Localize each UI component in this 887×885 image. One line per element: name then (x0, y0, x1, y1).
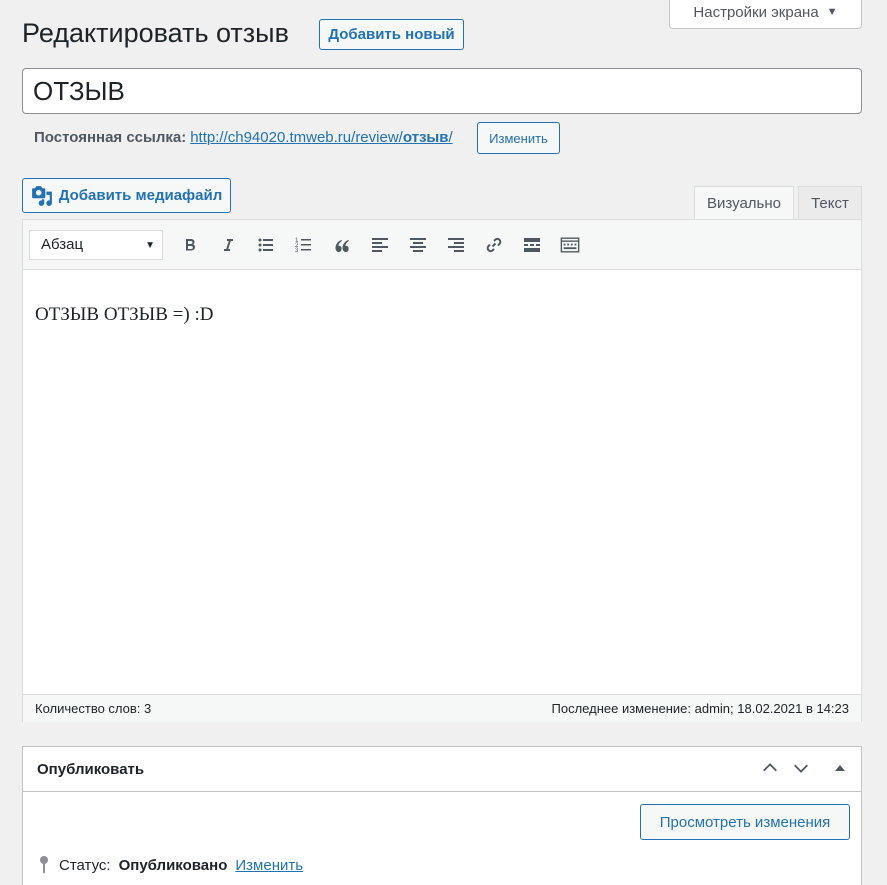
screen-options-button[interactable]: Настройки экрана ▼ (669, 0, 862, 29)
status-label: Статус: (59, 856, 111, 874)
blockquote-icon[interactable] (323, 230, 361, 260)
bold-icon[interactable] (171, 230, 209, 260)
italic-icon[interactable] (209, 230, 247, 260)
move-up-icon[interactable] (761, 759, 779, 781)
format-select[interactable]: Абзац ▼ (29, 229, 163, 260)
post-status: Статус: Опубликовано Изменить (37, 855, 303, 875)
publish-box: Опубликовать Просмотреть изменения Стату… (22, 746, 862, 885)
post-editor: Абзац ▼ 123 ОТЗЫВ ОТЗЫВ =) :D Количество… (22, 219, 862, 722)
word-count: Количество слов: 3 (35, 701, 152, 716)
tab-visual[interactable]: Визуально (694, 186, 794, 220)
permalink-link[interactable]: http://ch94020.tmweb.ru/review/отзыв/ (190, 129, 452, 146)
numbered-list-icon[interactable]: 123 (285, 230, 323, 260)
preview-changes-button[interactable]: Просмотреть изменения (640, 804, 850, 840)
pin-icon (40, 856, 48, 873)
add-media-button[interactable]: Добавить медиафайл (22, 178, 231, 213)
media-icon (31, 185, 52, 206)
bullet-list-icon[interactable] (247, 230, 285, 260)
link-icon[interactable] (475, 230, 513, 260)
editor-statusbar: Количество слов: 3 Последнее изменение: … (23, 694, 861, 722)
screen-options-label: Настройки экрана (693, 3, 819, 21)
permalink-label: Постоянная ссылка: (34, 129, 187, 146)
status-edit-link[interactable]: Изменить (235, 857, 303, 874)
edit-slug-button[interactable]: Изменить (477, 122, 560, 154)
align-center-icon[interactable] (399, 230, 437, 260)
status-value: Опубликовано (118, 856, 228, 874)
format-select-value: Абзац (41, 236, 84, 253)
tab-text[interactable]: Текст (798, 186, 862, 220)
last-edited: Последнее изменение: admin; 18.02.2021 в… (551, 701, 850, 716)
publish-heading: Опубликовать (37, 760, 145, 778)
read-more-icon[interactable] (513, 230, 551, 260)
align-left-icon[interactable] (361, 230, 399, 260)
permalink: Постоянная ссылка: http://ch94020.tmweb.… (34, 129, 453, 146)
post-title-input[interactable] (22, 68, 862, 114)
align-right-icon[interactable] (437, 230, 475, 260)
permalink-url-suffix: / (448, 129, 453, 146)
svg-text:3: 3 (295, 248, 299, 254)
editor-content[interactable]: ОТЗЫВ ОТЗЫВ =) :D (23, 270, 861, 694)
add-new-button[interactable]: Добавить новый (319, 19, 464, 50)
permalink-slug: отзыв (402, 129, 449, 146)
permalink-url-prefix: http://ch94020.tmweb.ru/review/ (190, 129, 403, 146)
move-down-icon[interactable] (792, 759, 810, 781)
page-title: Редактировать отзыв (22, 18, 289, 48)
editor-toolbar: Абзац ▼ 123 (23, 220, 861, 270)
publish-header: Опубликовать (23, 747, 861, 792)
caret-down-icon: ▼ (826, 6, 838, 18)
add-media-label: Добавить медиафайл (58, 187, 223, 204)
select-arrow-icon: ▼ (145, 239, 155, 251)
toolbar-toggle-icon[interactable] (551, 230, 589, 260)
collapse-toggle-icon[interactable] (833, 761, 847, 778)
